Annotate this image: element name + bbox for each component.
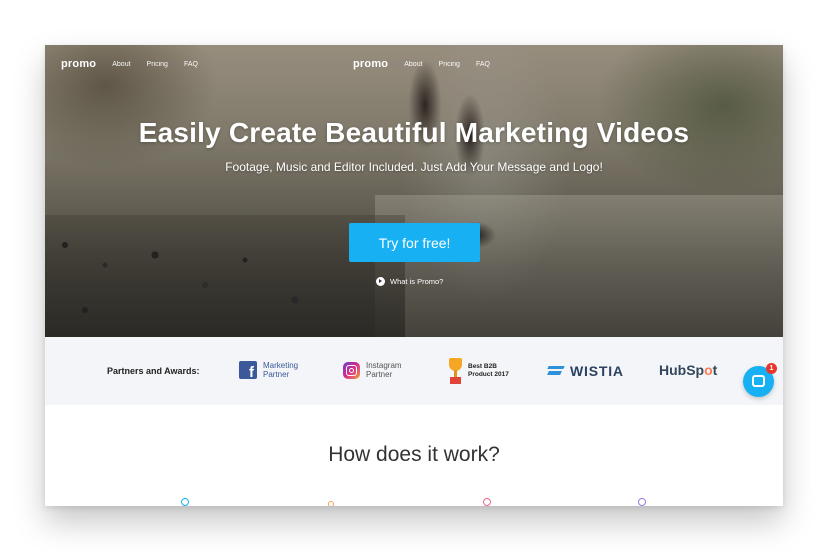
b2b-line1: Best B2B	[468, 363, 497, 370]
partner-instagram: Instagram Partner	[343, 361, 402, 379]
nav-pricing-center[interactable]: Pricing	[439, 61, 460, 68]
instagram-line2: Partner	[366, 370, 393, 379]
chat-launcher-button[interactable]: 1	[743, 363, 777, 397]
how-it-works-title: How does it work?	[328, 443, 500, 466]
partner-facebook: Marketing Partner	[239, 361, 299, 381]
partners-bar: Partners and Awards: Marketing Partner I…	[45, 337, 783, 405]
step-1-icon	[181, 498, 189, 506]
hubspot-logo-text: HubSpot	[659, 362, 718, 378]
chat-icon	[752, 375, 765, 387]
partner-hubspot: HubSpot	[659, 362, 717, 378]
nav-faq[interactable]: FAQ	[184, 61, 198, 68]
facebook-icon	[239, 361, 257, 381]
wistia-logo-text: WISTIA	[570, 363, 624, 379]
partner-wistia: WISTIA	[548, 363, 624, 379]
facebook-line1: Marketing	[263, 361, 299, 370]
step-4-icon	[638, 498, 646, 506]
award-best-b2b: Best B2B Product 2017	[449, 358, 509, 384]
facebook-line2: Partner	[263, 370, 290, 379]
try-for-free-button[interactable]: Try for free!	[349, 223, 480, 262]
hero-section: promo About Pricing FAQ promo About Pric…	[45, 45, 783, 337]
top-nav-left: promo About Pricing FAQ	[61, 58, 198, 70]
wistia-icon	[548, 366, 564, 376]
nav-about-center[interactable]: About	[404, 61, 422, 68]
instagram-icon	[343, 361, 360, 379]
instagram-line1: Instagram	[366, 361, 402, 370]
promo-logo-center[interactable]: promo	[353, 58, 388, 70]
nav-about[interactable]: About	[112, 61, 130, 68]
trophy-icon	[449, 358, 462, 384]
partners-label: Partners and Awards:	[107, 366, 200, 376]
what-is-promo-link[interactable]: What is Promo?	[376, 277, 443, 286]
step-2-icon	[328, 501, 334, 506]
b2b-line2: Product 2017	[468, 371, 509, 378]
chat-notification-badge: 1	[766, 363, 777, 374]
play-icon	[376, 277, 385, 286]
top-nav-center: promo About Pricing FAQ	[353, 58, 490, 70]
promo-logo[interactable]: promo	[61, 58, 96, 70]
step-3-icon	[483, 498, 491, 506]
what-is-promo-label: What is Promo?	[390, 277, 444, 286]
hero-title: Easily Create Beautiful Marketing Videos	[138, 117, 690, 148]
nav-pricing[interactable]: Pricing	[147, 61, 168, 68]
page-frame: promo About Pricing FAQ promo About Pric…	[45, 45, 783, 506]
nav-faq-center[interactable]: FAQ	[476, 61, 490, 68]
hero-subtitle: Footage, Music and Editor Included. Just…	[225, 160, 603, 174]
